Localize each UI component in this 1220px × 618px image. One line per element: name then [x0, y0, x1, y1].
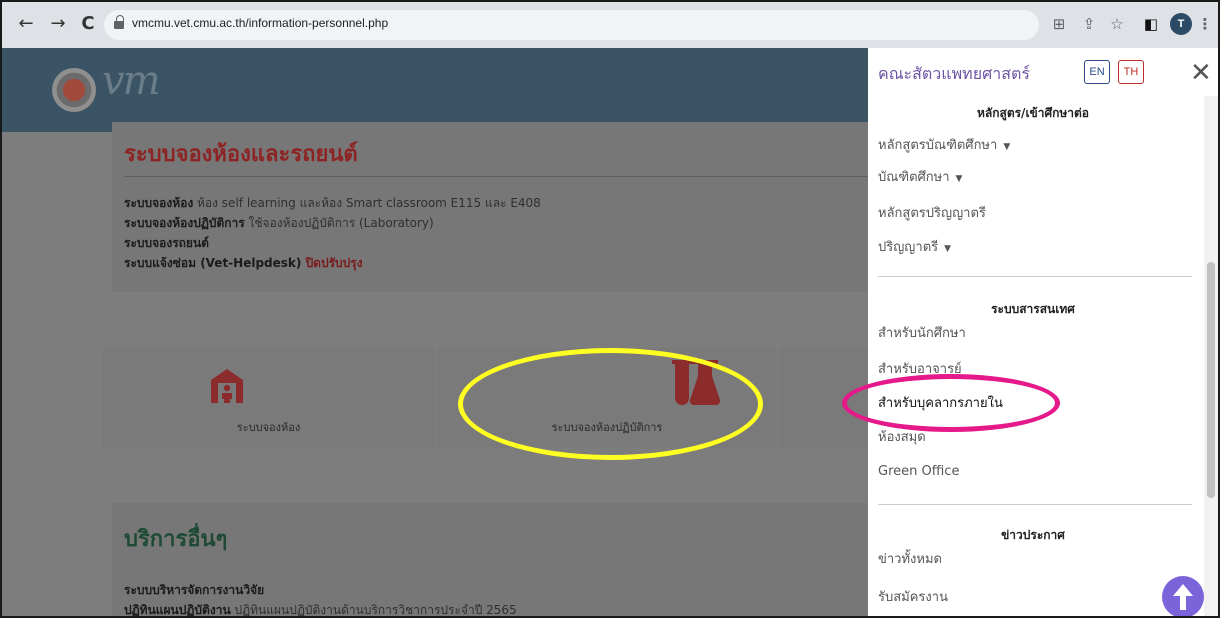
research-line[interactable]: ระบบบริหารจัดการงานวิจัย	[124, 581, 264, 600]
highlight-ellipse-yellow	[458, 348, 763, 460]
lock-icon	[114, 15, 124, 30]
menu-item-bachelor-curriculum[interactable]: หลักสูตรปริญญาตรี	[878, 202, 986, 223]
booking-line-lab[interactable]: ระบบจองห้องปฏิบัติการ ใช้จองห้องปฏิบัติก…	[124, 214, 434, 233]
booking-title: ระบบจองห้องและรถยนต์	[124, 142, 358, 167]
caret-down-icon: ▼	[944, 244, 952, 254]
close-icon[interactable]: ✕	[1190, 58, 1212, 88]
other-services-card: บริการอื่นๆ ระบบบริหารจัดการงานวิจัย ปฏิ…	[112, 503, 868, 616]
vm-logo[interactable]: vm	[102, 58, 161, 104]
side-menu: คณะสัตวแพทยศาสตร์ EN TH ✕ หลักสูตร/เข้าศ…	[868, 48, 1218, 616]
divider	[124, 176, 868, 177]
menu-item-all-news[interactable]: ข่าวทั้งหมด	[878, 548, 942, 569]
menu-item-green-office[interactable]: Green Office	[878, 464, 959, 479]
menu-item-students[interactable]: สำหรับนักศึกษา	[878, 322, 966, 343]
calendar-line[interactable]: ปฏิทินแผนปฏิบัติงาน ปฏิทินแผนปฏิบัติงานด…	[124, 601, 517, 616]
side-panel-icon[interactable]: ◧	[1140, 13, 1162, 35]
house-person-icon	[211, 369, 243, 403]
divider	[878, 276, 1192, 277]
header-banner: vm	[2, 48, 868, 132]
address-bar[interactable]: vmcmu.vet.cmu.ac.th/information-personne…	[104, 10, 1039, 40]
arrow-up-icon	[1173, 584, 1193, 610]
share-icon[interactable]: ⇪	[1078, 13, 1100, 35]
university-seal-logo[interactable]	[52, 68, 96, 112]
menu-item-grad-curriculum[interactable]: หลักสูตรบัณฑิตศึกษา ▼	[878, 134, 1010, 155]
forward-button[interactable]: →	[46, 12, 70, 36]
faculty-title[interactable]: คณะสัตวแพทยศาสตร์	[878, 62, 1030, 87]
room-booking-label: ระบบจองห้อง	[236, 421, 301, 434]
bookmark-star-icon[interactable]: ☆	[1106, 13, 1128, 35]
lang-th-button[interactable]: TH	[1118, 60, 1144, 84]
scroll-to-top-button[interactable]	[1162, 576, 1204, 616]
booking-line-room[interactable]: ระบบจองห้อง ห้อง self learning และห้อง S…	[124, 194, 541, 213]
side-menu-header: คณะสัตวแพทยศาสตร์ EN TH ✕	[868, 48, 1218, 104]
url-text: vmcmu.vet.cmu.ac.th/information-personne…	[132, 16, 389, 30]
page-content: vm ระบบจองห้องและรถยนต์ ระบบจองห้อง ห้อง…	[2, 48, 868, 616]
profile-avatar[interactable]: T	[1170, 13, 1192, 35]
highlight-ellipse-magenta	[842, 374, 1060, 432]
menu-item-bachelor[interactable]: ปริญญาตรี ▼	[878, 236, 951, 257]
menu-item-jobs[interactable]: รับสมัครงาน	[878, 586, 948, 607]
translate-icon[interactable]: ⊞	[1048, 13, 1070, 35]
menu-kebab-icon[interactable]: ⋮	[1194, 13, 1216, 35]
browser-toolbar: ← → C vmcmu.vet.cmu.ac.th/information-pe…	[2, 2, 1218, 48]
screen-frame: ← → C vmcmu.vet.cmu.ac.th/information-pe…	[0, 0, 1220, 618]
caret-down-icon: ▼	[1003, 142, 1011, 152]
section-title-info-systems: ระบบสารสนเทศ	[991, 302, 1075, 316]
booking-line-helpdesk[interactable]: ระบบแจ้งซ่อม (Vet-Helpdesk) ปิดปรับปรุง	[124, 254, 363, 273]
reload-button[interactable]: C	[76, 12, 100, 36]
room-booking-tile[interactable]: ระบบจองห้อง	[102, 348, 435, 448]
menu-item-graduate[interactable]: บัณฑิตศึกษา ▼	[878, 166, 962, 187]
booking-card: ระบบจองห้องและรถยนต์ ระบบจองห้อง ห้อง se…	[112, 122, 868, 292]
divider	[878, 504, 1192, 505]
lang-en-button[interactable]: EN	[1084, 60, 1110, 84]
other-services-title: บริการอื่นๆ	[124, 527, 228, 552]
caret-down-icon: ▼	[955, 174, 963, 184]
section-title-curriculum: หลักสูตร/เข้าศึกษาต่อ	[976, 106, 1090, 120]
sidebar-scroll-thumb[interactable]	[1207, 262, 1215, 498]
booking-line-car[interactable]: ระบบจองรถยนต์	[124, 234, 209, 253]
back-button[interactable]: ←	[14, 12, 38, 36]
section-title-news: ข่าวประกาศ	[1001, 528, 1065, 542]
